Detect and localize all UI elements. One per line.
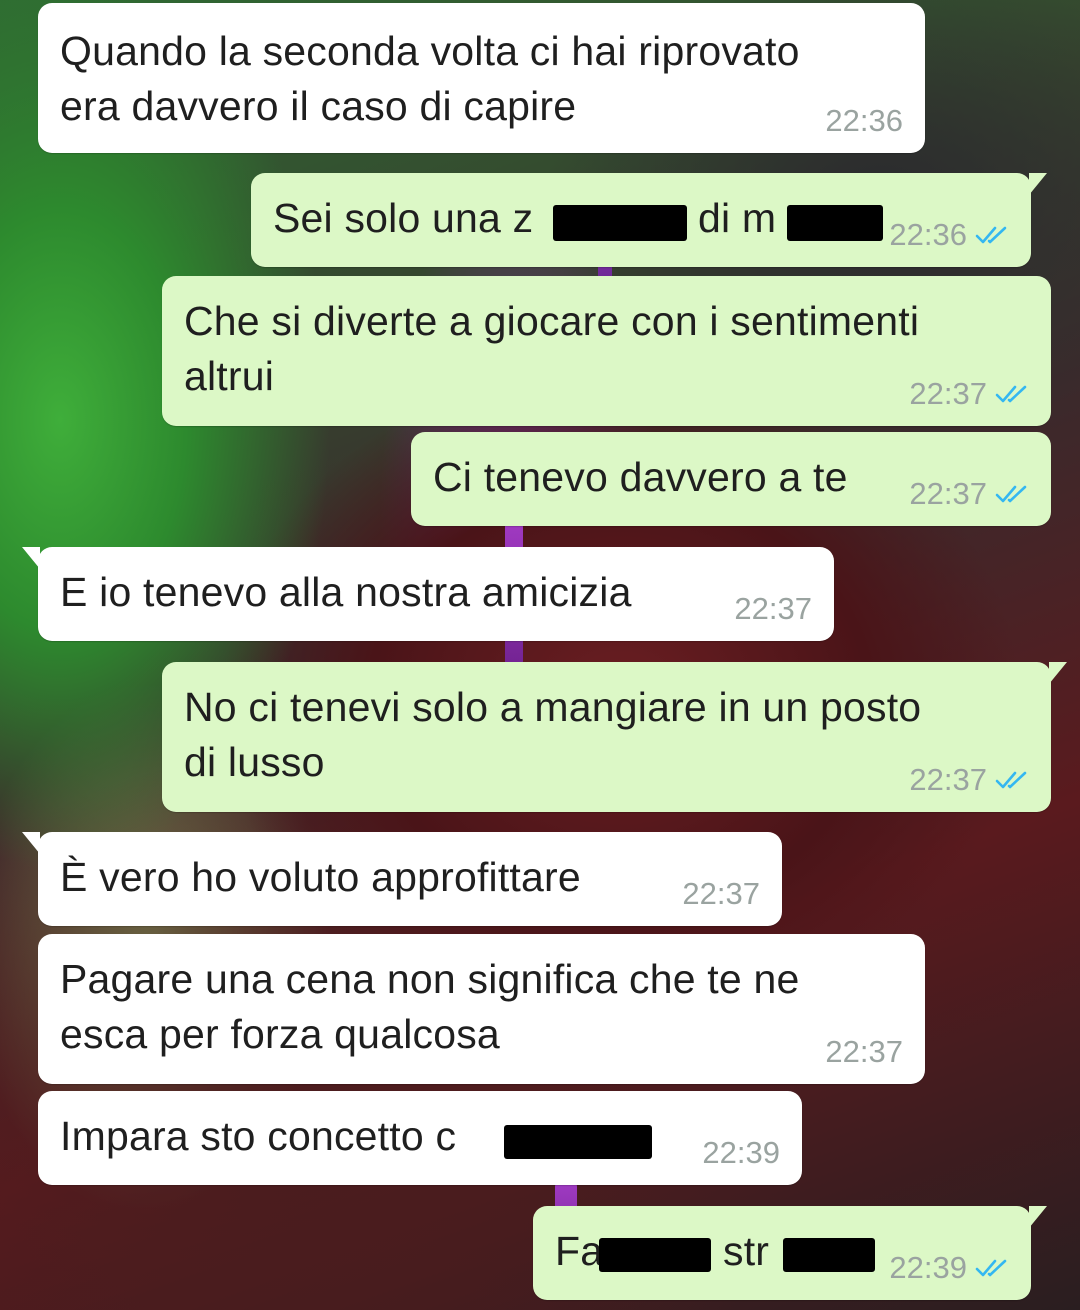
double-check-icon (995, 385, 1027, 403)
outgoing-message[interactable]: Che si diverte a giocare con i sentiment… (162, 276, 1051, 426)
incoming-message[interactable]: Impara sto concetto c 22:39 (38, 1091, 802, 1185)
outgoing-message[interactable]: Fa str 22:39 (533, 1206, 1047, 1300)
message-list[interactable]: Quando la seconda volta ci hai riprovato… (0, 0, 1080, 1310)
message-meta: 22:37 (734, 591, 812, 627)
message-text: str (723, 1228, 770, 1274)
double-check-icon (975, 226, 1007, 244)
message-time: 22:37 (734, 591, 812, 626)
message-time: 22:37 (682, 876, 760, 911)
message-text: Che si diverte a giocare con i sentiment… (184, 298, 920, 344)
message-time: 22:37 (909, 476, 987, 511)
outgoing-message[interactable]: No ci tenevi solo a mangiare in un posto… (162, 662, 1067, 812)
message-meta: 22:36 (825, 103, 903, 139)
message-meta: 22:37 (682, 876, 760, 912)
incoming-message[interactable]: Pagare una cena non significa che te ne … (38, 934, 925, 1084)
redaction-bar (599, 1238, 711, 1272)
message-meta: 22:39 (702, 1135, 780, 1171)
message-text: Fa (555, 1228, 604, 1274)
double-check-icon (995, 771, 1027, 789)
message-time: 22:37 (909, 762, 987, 797)
message-text: di lusso (184, 739, 325, 785)
message-meta: 22:37 (909, 376, 1029, 412)
redaction-bar (783, 1238, 875, 1272)
incoming-message[interactable]: E io tenevo alla nostra amicizia 22:37 (22, 547, 834, 641)
message-time: 22:37 (825, 1034, 903, 1069)
message-text: esca per forza qualcosa (60, 1011, 500, 1057)
incoming-message[interactable]: È vero ho voluto approfittare 22:37 (22, 832, 782, 926)
incoming-message[interactable]: Quando la seconda volta ci hai riprovato… (38, 3, 925, 153)
message-meta: 22:39 (889, 1250, 1009, 1286)
message-text: È vero ho voluto approfittare (60, 854, 581, 900)
message-meta: 22:37 (909, 762, 1029, 798)
outgoing-message[interactable]: Sei solo una z di m 22:36 (251, 173, 1047, 267)
redaction-bar (504, 1125, 652, 1159)
message-text: era davvero il caso di capire (60, 83, 577, 129)
message-time: 22:36 (825, 103, 903, 138)
message-text: di m (698, 195, 777, 241)
redaction-bar (553, 205, 687, 241)
message-text: Ci tenevo davvero a te (433, 454, 848, 500)
message-time: 22:39 (889, 1250, 967, 1285)
message-meta: 22:36 (889, 217, 1009, 253)
double-check-icon (995, 485, 1027, 503)
message-text: Impara sto concetto c (60, 1113, 457, 1159)
redaction-bar (787, 205, 883, 241)
double-check-icon (975, 1259, 1007, 1277)
message-meta: 22:37 (825, 1034, 903, 1070)
message-time: 22:36 (889, 217, 967, 252)
outgoing-message[interactable]: Ci tenevo davvero a te 22:37 (411, 432, 1051, 526)
message-text: Quando la seconda volta ci hai riprovato (60, 28, 800, 74)
message-text: altrui (184, 353, 275, 399)
message-time: 22:39 (702, 1135, 780, 1170)
message-text: E io tenevo alla nostra amicizia (60, 569, 632, 615)
message-text: No ci tenevi solo a mangiare in un posto (184, 684, 922, 730)
message-text: Sei solo una z (273, 195, 534, 241)
message-time: 22:37 (909, 376, 987, 411)
message-meta: 22:37 (909, 476, 1029, 512)
message-text: Pagare una cena non significa che te ne (60, 956, 800, 1002)
